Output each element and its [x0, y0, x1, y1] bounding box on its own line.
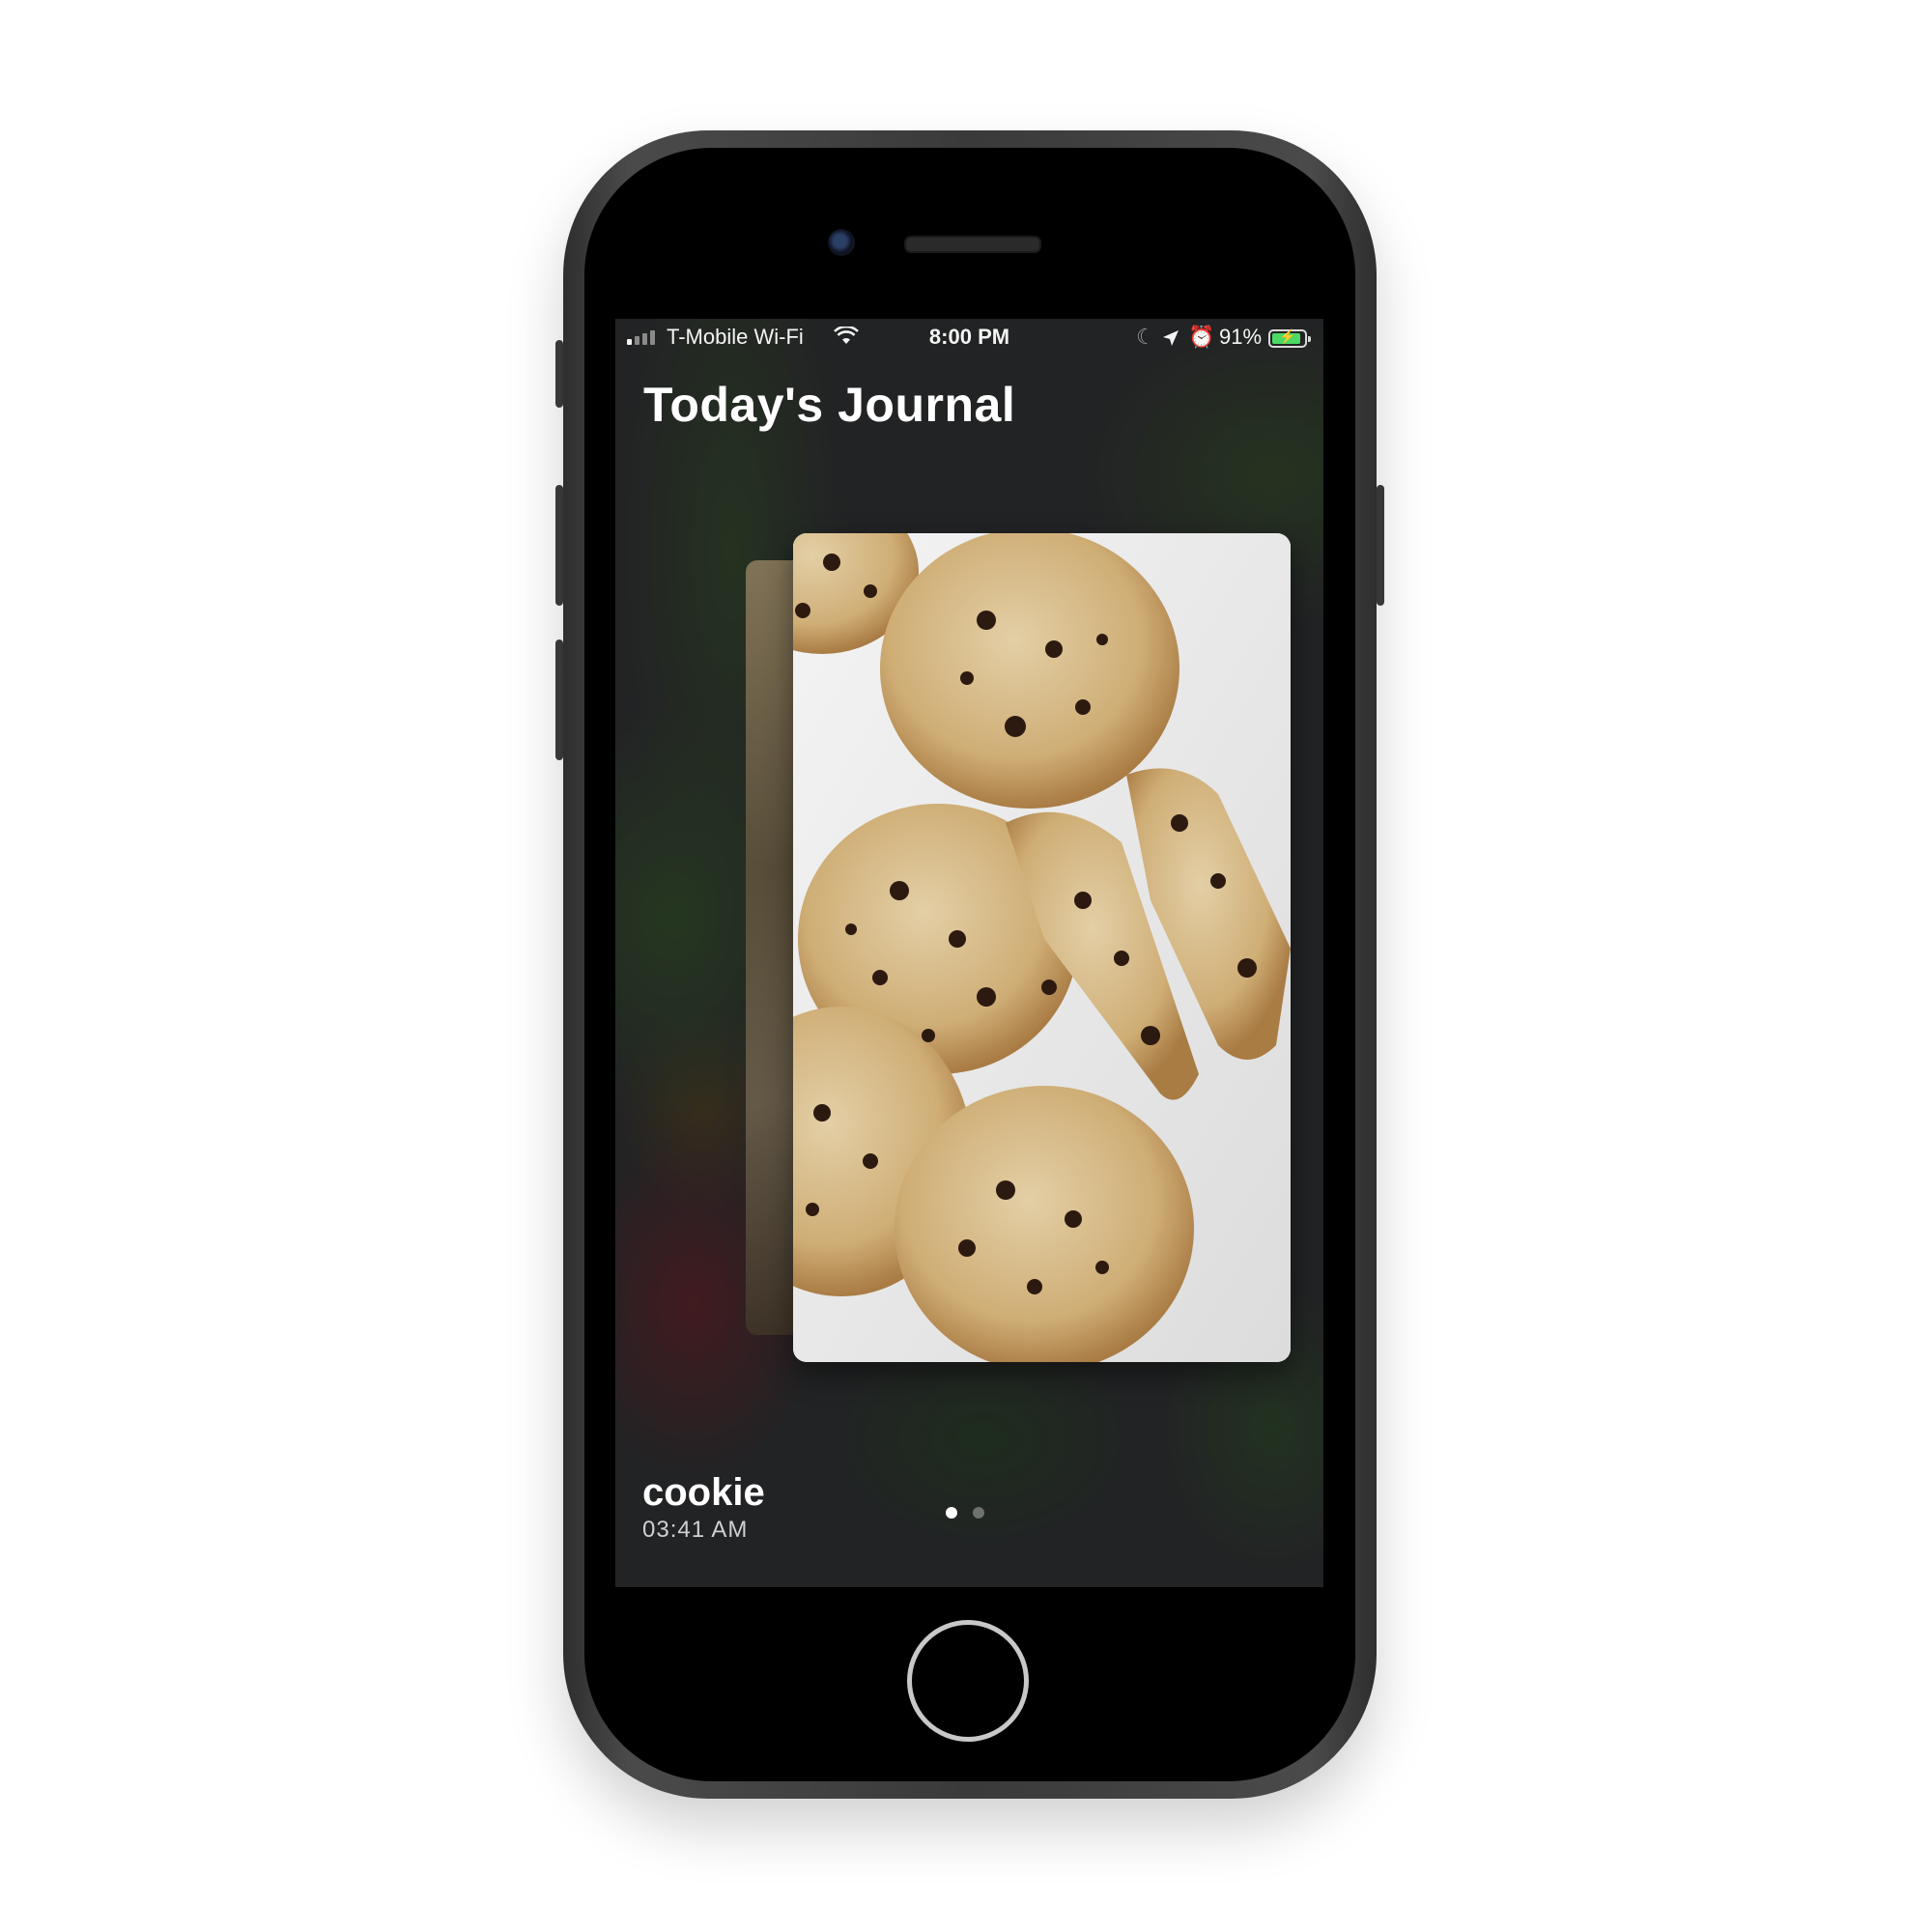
- app-screen: T-Mobile Wi-Fi 8:00 PM ☾ ⏰ 91% ⚡ Today's…: [615, 319, 1323, 1587]
- page-dot[interactable]: [946, 1507, 957, 1519]
- power-button: [1377, 485, 1384, 606]
- volume-up-button: [555, 485, 563, 606]
- earpiece-speaker: [904, 236, 1041, 253]
- clock-time: 8:00 PM: [928, 325, 1010, 349]
- current-entry-card[interactable]: [793, 533, 1291, 1362]
- front-camera: [828, 229, 855, 256]
- page-title: Today's Journal: [643, 378, 1016, 432]
- status-bar: T-Mobile Wi-Fi 8:00 PM ☾ ⏰ 91% ⚡: [615, 319, 1323, 357]
- silent-switch: [555, 340, 563, 408]
- moon-icon: ☾: [1136, 325, 1155, 349]
- location-icon: [1162, 327, 1179, 353]
- entry-time: 03:41 AM: [642, 1517, 749, 1543]
- entry-name: cookie: [642, 1471, 765, 1514]
- cookie-photo: [793, 533, 1291, 1362]
- battery-percent: 91%: [1219, 325, 1263, 349]
- alarm-icon: ⏰: [1188, 325, 1215, 349]
- charging-bolt-icon: ⚡: [1279, 328, 1296, 344]
- page-dot[interactable]: [973, 1507, 984, 1519]
- battery-icon: ⚡: [1268, 328, 1311, 348]
- home-button[interactable]: [907, 1620, 1029, 1742]
- page-indicator[interactable]: [946, 1507, 984, 1519]
- volume-down-button: [555, 639, 563, 760]
